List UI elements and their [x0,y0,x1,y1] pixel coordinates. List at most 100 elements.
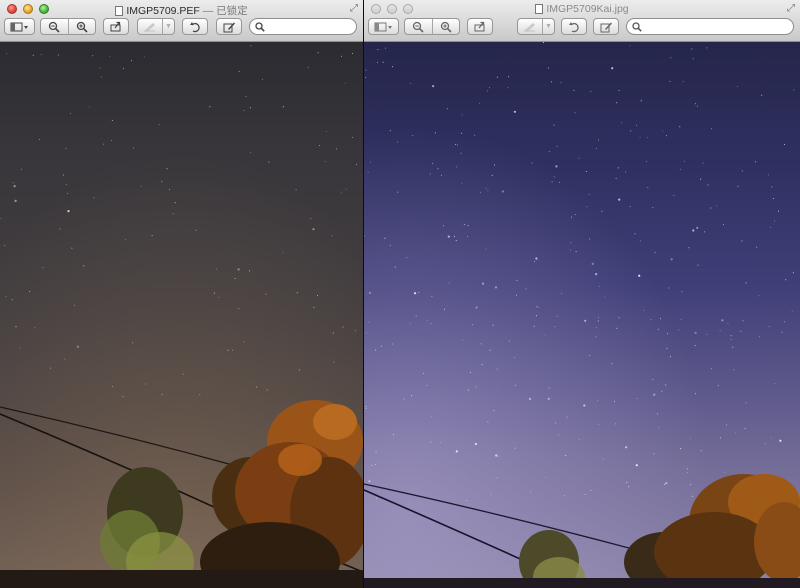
edit-button[interactable] [593,18,619,35]
zoom-out-button[interactable] [405,19,432,34]
star [561,293,563,295]
star [730,335,732,337]
zoom-in-button[interactable] [67,19,96,34]
star [195,229,197,231]
star [700,178,702,180]
star [578,157,580,159]
rotate-button[interactable] [561,18,587,35]
star [375,349,377,351]
star [695,103,697,105]
star [42,267,44,269]
preview-window-right: IMGP5709Kai.jpg ⤢ ▼ [364,0,800,588]
star [365,77,367,78]
star [585,171,587,172]
fullscreen-icon[interactable]: ⤢ [350,3,358,14]
star [493,410,495,411]
star [689,437,691,439]
star [298,369,300,371]
star [556,145,558,147]
star [11,299,13,301]
star [673,194,675,196]
zoom-in-button[interactable] [431,19,460,34]
star [650,319,652,321]
document-icon [535,4,544,14]
star [389,130,391,132]
image-viewer[interactable] [364,42,800,588]
star [336,148,338,150]
star [533,325,535,327]
star [719,330,721,332]
star [792,272,794,274]
star [628,486,630,488]
star [553,124,555,126]
star [629,45,631,47]
view-menu-button[interactable] [4,18,35,35]
star [455,450,458,453]
fullscreen-icon[interactable]: ⤢ [787,3,795,14]
star [213,292,215,294]
star [774,383,776,385]
star [779,439,782,442]
star [418,292,420,293]
edit-button[interactable] [216,18,242,35]
rotate-button[interactable] [182,18,208,35]
star [232,349,234,351]
star [444,308,446,310]
star [6,53,8,55]
search-input[interactable] [645,21,793,32]
view-menu-button[interactable] [368,18,399,35]
star [706,333,708,335]
star [555,422,556,424]
star [313,306,315,308]
star [615,423,617,425]
star [158,124,160,126]
star [721,319,724,322]
star [63,174,64,176]
star [578,438,580,440]
search-input[interactable] [268,21,356,32]
star [586,206,588,208]
star [317,52,319,54]
star [531,162,533,164]
star [430,441,432,443]
share-button[interactable] [103,18,129,35]
star [670,57,672,59]
star [723,224,725,226]
image-viewer[interactable] [0,42,363,588]
star [554,326,556,328]
star [431,295,433,297]
titlebar[interactable]: IMGP5709.PEF — 已锁定 ⤢ ▼ [0,0,363,42]
star [412,135,414,136]
star [493,164,495,166]
search-field[interactable] [626,18,794,35]
star [243,341,245,343]
star [534,261,535,263]
star [0,218,2,219]
zoom-out-button[interactable] [41,19,68,34]
markup-button[interactable]: ▼ [137,18,175,35]
star [636,398,638,400]
star [455,240,457,242]
star [665,384,667,386]
star [591,262,594,265]
star [426,384,428,386]
markup-pen [518,19,542,34]
star [630,130,632,132]
star [737,185,739,187]
markup-button[interactable]: ▼ [517,18,555,35]
share-button[interactable] [467,18,493,35]
star [730,339,732,340]
star [666,347,668,349]
star [471,324,473,326]
star [354,329,356,331]
star [508,340,510,342]
star [514,447,516,449]
star [481,282,485,285]
titlebar[interactable]: IMGP5709Kai.jpg ⤢ ▼ [364,0,800,42]
rotate-icon [569,21,579,32]
star [429,173,431,175]
search-field[interactable] [249,18,357,35]
star [67,210,70,213]
star [65,147,67,149]
edit-icon [223,22,235,32]
